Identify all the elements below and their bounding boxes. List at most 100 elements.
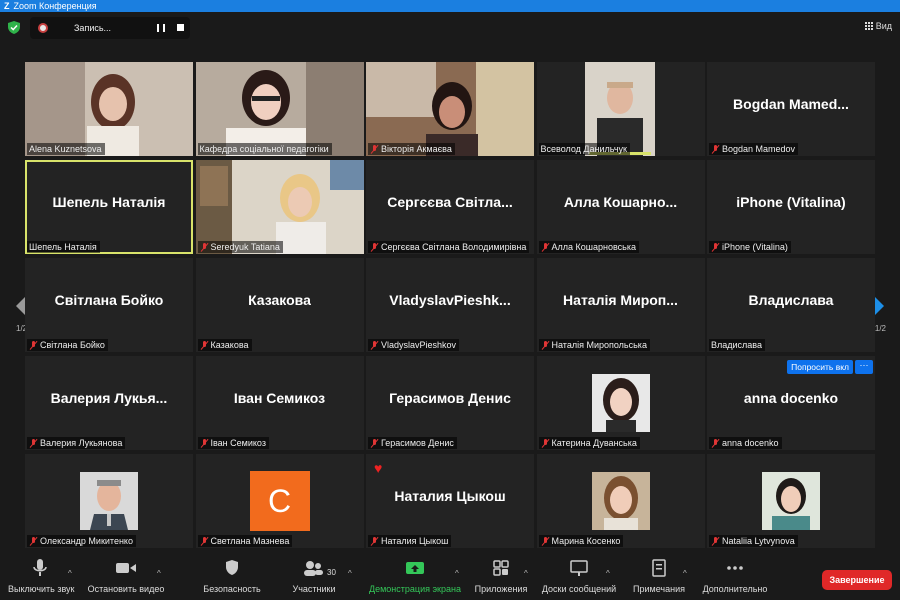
security-label: Безопасность: [203, 584, 261, 594]
apps-label: Приложения: [474, 584, 528, 594]
participant-tile[interactable]: Кафедра соціальної педагогіки: [195, 62, 364, 156]
participant-tile[interactable]: Олександр Микитенко: [25, 454, 193, 548]
participant-tile[interactable]: Марина Косенко: [536, 454, 705, 548]
participant-tile[interactable]: Казакова Казакова: [195, 258, 364, 352]
participant-tile-active-speaker[interactable]: Шепель Наталія Шепель Наталія: [25, 160, 193, 254]
participant-display-name: Іван Семикоз: [233, 389, 326, 406]
muted-mic-icon: [711, 536, 720, 546]
participant-tile[interactable]: Вікторія Акмаєва: [366, 62, 534, 156]
profile-photo: [80, 472, 138, 530]
participant-name-label: Світлана Бойко: [27, 339, 108, 351]
view-label: Вид: [875, 21, 892, 31]
participants-label: Участники: [292, 584, 336, 594]
view-button[interactable]: Вид: [864, 21, 892, 31]
participant-name-label: Кафедра соціальної педагогіки: [197, 143, 332, 155]
muted-mic-icon: [29, 438, 38, 448]
participant-name-label: Светлана Мазнева: [197, 535, 293, 547]
participant-name-label: Наталия Цыкош: [368, 535, 452, 547]
share-screen-icon: [406, 562, 424, 574]
muted-mic-icon: [711, 144, 720, 154]
profile-photo: [591, 374, 650, 432]
participant-display-name: Казакова: [248, 291, 311, 308]
muted-mic-icon: [370, 242, 379, 252]
participant-name-label: Alena Kuznetsova: [27, 143, 105, 155]
participant-display-name: Владислава: [748, 291, 834, 308]
participant-tile[interactable]: VladyslavPieshk... VladyslavPieshkov: [366, 258, 534, 352]
muted-mic-icon: [200, 340, 209, 350]
participant-tile[interactable]: Bogdan Mamed... Bogdan Mamedov: [707, 62, 875, 156]
participant-tile[interactable]: Алла Кошарно... Алла Кошарновська: [536, 160, 705, 254]
window-title: Zoom Конференция: [13, 1, 97, 11]
participant-name-label: Сергєєва Світлана Володимирівна: [368, 241, 530, 253]
participant-tile[interactable]: Seredyuk Tatiana: [195, 160, 364, 254]
mute-button[interactable]: Выключить звук: [8, 559, 75, 594]
zoom-logo-icon: Z: [4, 1, 10, 11]
stop-recording-icon[interactable]: [177, 24, 184, 31]
notes-label: Примечания: [633, 584, 685, 594]
participants-options-caret-icon[interactable]: ^: [348, 569, 352, 578]
participant-tile[interactable]: Іван Семикоз Іван Семикоз: [195, 356, 364, 450]
recording-label: Запись...: [74, 23, 112, 33]
apps-button[interactable]: Приложения: [472, 559, 530, 594]
participant-tile[interactable]: Попросить вкл ··· anna docenko anna doce…: [707, 356, 875, 450]
participant-gallery: Alena Kuznetsova Кафедра соціальної педа…: [25, 62, 875, 552]
notes-button[interactable]: Примечания: [628, 559, 690, 594]
participant-name-label: Марина Косенко: [538, 535, 624, 547]
notes-options-caret-icon[interactable]: ^: [683, 569, 687, 578]
more-label: Дополнительно: [702, 584, 768, 594]
participant-tile[interactable]: Герасимов Денис Герасимов Денис: [366, 356, 534, 450]
participant-name-label: Шепель Наталія: [27, 241, 100, 253]
muted-mic-icon: [541, 242, 550, 252]
participants-icon: [304, 561, 323, 576]
participant-video: [536, 62, 705, 156]
participant-name-label: Владислава: [709, 339, 765, 351]
participant-tile[interactable]: Світлана Бойко Світлана Бойко: [25, 258, 193, 352]
participant-video: [25, 62, 193, 156]
participant-display-name: Світлана Бойко: [54, 291, 164, 308]
pause-recording-icon[interactable]: [157, 24, 165, 32]
participant-tile[interactable]: Катерина Дуванська: [536, 356, 705, 450]
muted-mic-icon: [29, 340, 38, 350]
muted-mic-icon: [541, 438, 550, 448]
participant-video: [366, 62, 534, 156]
participant-display-name: Наталія Мироп...: [563, 291, 678, 308]
video-options-caret-icon[interactable]: ^: [157, 569, 161, 578]
stop-video-button[interactable]: Остановить видео: [86, 559, 166, 594]
participant-tile[interactable]: Сергєєва Світла... Сергєєва Світлана Вол…: [366, 160, 534, 254]
participant-tile[interactable]: Всеволод Данильчук: [536, 62, 705, 156]
participant-name-label: Іван Семикоз: [197, 437, 269, 449]
participant-tile[interactable]: Наталія Мироп... Наталія Миропольська: [536, 258, 705, 352]
apps-options-caret-icon[interactable]: ^: [524, 569, 528, 578]
participant-tile[interactable]: Nataliia Lytvynova: [707, 454, 875, 548]
ask-to-unmute-button[interactable]: Попросить вкл: [787, 360, 853, 374]
end-meeting-button[interactable]: Завершение: [822, 570, 892, 590]
muted-mic-icon: [541, 340, 550, 350]
security-shield-icon[interactable]: [8, 21, 20, 34]
participant-tile[interactable]: C Светлана Мазнева: [195, 454, 364, 548]
participant-tile[interactable]: Владислава Владислава: [707, 258, 875, 352]
participant-tile[interactable]: iPhone (Vitalina) iPhone (Vitalina): [707, 160, 875, 254]
participant-name-label: iPhone (Vitalina): [709, 241, 791, 253]
more-button[interactable]: Дополнительно: [698, 559, 772, 594]
apps-icon: [493, 560, 509, 576]
participant-display-name: Герасимов Денис: [389, 389, 511, 406]
participant-display-name: VladyslavPieshk...: [389, 291, 511, 308]
participant-display-name: anna docenko: [743, 389, 839, 406]
heart-reaction-icon: ♥: [374, 460, 383, 476]
participant-tile[interactable]: Alena Kuznetsova: [25, 62, 193, 156]
muted-mic-icon: [370, 438, 379, 448]
profile-photo: [591, 472, 650, 530]
share-options-caret-icon[interactable]: ^: [455, 569, 459, 578]
video-camera-icon: [116, 563, 136, 573]
security-button[interactable]: Безопасность: [200, 559, 264, 594]
participant-display-name: Шепель Наталія: [52, 193, 166, 210]
shield-icon: [226, 560, 238, 575]
whiteboard-icon: [570, 560, 588, 576]
share-screen-button[interactable]: Демонстрация экрана: [366, 559, 464, 594]
whiteboards-options-caret-icon[interactable]: ^: [606, 569, 610, 578]
audio-options-caret-icon[interactable]: ^: [68, 569, 72, 578]
participant-tile[interactable]: Валерия Лукья... Валерия Лукьянова: [25, 356, 193, 450]
more-options-button[interactable]: ···: [855, 360, 873, 374]
participant-tile[interactable]: ♥ Наталия Цыкош Наталия Цыкош: [366, 454, 534, 548]
participant-name-label: Bogdan Mamedov: [709, 143, 799, 155]
